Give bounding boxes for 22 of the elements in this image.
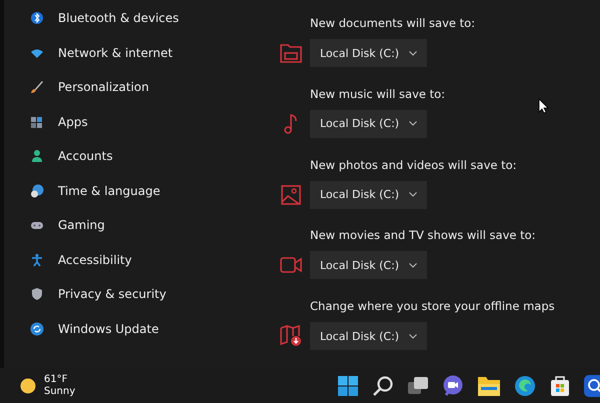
sidebar-item[interactable]: Time & language [4,174,280,208]
drive-dropdown[interactable]: Local Disk (C:) [310,322,428,350]
sidebar-item[interactable]: Personalization [4,70,280,104]
weather-condition: Sunny [44,386,76,398]
sidebar-item[interactable]: Bluetooth & devices [4,1,280,36]
drive-dropdown[interactable]: Local Disk (C:) [310,251,428,280]
setting-label: Change where you store your offline maps [309,298,556,316]
setting-label: New documents will save to: [309,15,476,32]
drive-dropdown[interactable]: Local Disk (C:) [310,39,428,67]
sidebar-item[interactable]: Accessibility [4,242,280,277]
drive-dropdown[interactable]: Local Disk (C:) [310,180,428,209]
setting-label: New movies and TV shows will save to: [309,227,537,244]
setting-label: New photos and videos will save to: [309,156,518,174]
temperature: 61°F [44,374,68,386]
sidebar-item[interactable]: Gaming [4,208,280,242]
drive-dropdown[interactable]: Local Disk (C:) [310,110,428,138]
setting-label: New music will save to: [309,86,446,103]
sidebar-item[interactable]: Privacy & security [4,277,280,312]
sidebar-item[interactable]: Accounts [4,139,280,174]
sidebar-item[interactable]: Apps [4,104,280,139]
sidebar-item[interactable]: Network & internet [4,36,280,70]
sidebar-item[interactable]: Windows Update [4,312,280,346]
